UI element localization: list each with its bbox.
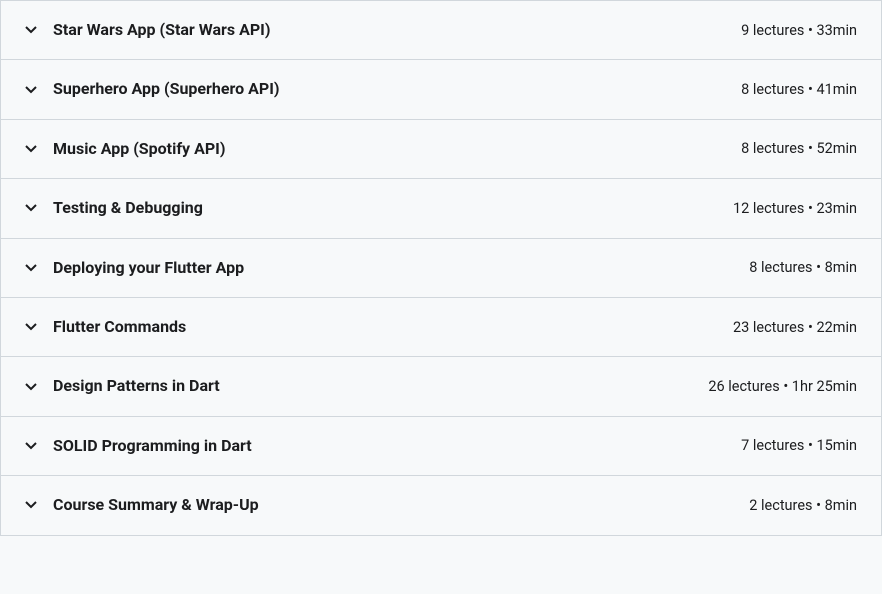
section-title: Music App (Spotify API) — [53, 138, 225, 160]
section-row[interactable]: Star Wars App (Star Wars API) 9 lectures… — [1, 1, 881, 60]
section-row[interactable]: Flutter Commands 23 lectures • 22min — [1, 298, 881, 357]
section-title: Design Patterns in Dart — [53, 375, 220, 397]
section-meta: 8 lectures • 8min — [749, 259, 857, 276]
section-left: Course Summary & Wrap-Up — [25, 494, 259, 516]
section-left: Design Patterns in Dart — [25, 375, 220, 397]
course-section-list: Star Wars App (Star Wars API) 9 lectures… — [0, 0, 882, 536]
chevron-down-icon — [25, 381, 37, 393]
section-row[interactable]: Deploying your Flutter App 8 lectures • … — [1, 239, 881, 298]
section-row[interactable]: Music App (Spotify API) 8 lectures • 52m… — [1, 120, 881, 179]
section-row[interactable]: Course Summary & Wrap-Up 2 lectures • 8m… — [1, 476, 881, 534]
section-left: Deploying your Flutter App — [25, 257, 244, 279]
chevron-down-icon — [25, 499, 37, 511]
chevron-down-icon — [25, 202, 37, 214]
section-row[interactable]: Testing & Debugging 12 lectures • 23min — [1, 179, 881, 238]
section-meta: 8 lectures • 52min — [741, 140, 857, 157]
section-title: SOLID Programming in Dart — [53, 435, 252, 457]
section-meta: 8 lectures • 41min — [741, 81, 857, 98]
chevron-down-icon — [25, 440, 37, 452]
chevron-down-icon — [25, 143, 37, 155]
section-left: Flutter Commands — [25, 316, 186, 338]
section-meta: 7 lectures • 15min — [741, 437, 857, 454]
section-title: Deploying your Flutter App — [53, 257, 244, 279]
section-title: Course Summary & Wrap-Up — [53, 494, 259, 516]
chevron-down-icon — [25, 262, 37, 274]
section-left: Testing & Debugging — [25, 197, 203, 219]
section-left: Music App (Spotify API) — [25, 138, 225, 160]
section-title: Flutter Commands — [53, 316, 186, 338]
section-left: Star Wars App (Star Wars API) — [25, 19, 270, 41]
section-left: SOLID Programming in Dart — [25, 435, 252, 457]
section-row[interactable]: Design Patterns in Dart 26 lectures • 1h… — [1, 357, 881, 416]
section-title: Star Wars App (Star Wars API) — [53, 19, 270, 41]
section-title: Superhero App (Superhero API) — [53, 78, 280, 100]
section-meta: 26 lectures • 1hr 25min — [708, 378, 857, 395]
chevron-down-icon — [25, 84, 37, 96]
section-title: Testing & Debugging — [53, 197, 203, 219]
section-meta: 12 lectures • 23min — [733, 200, 857, 217]
section-row[interactable]: Superhero App (Superhero API) 8 lectures… — [1, 60, 881, 119]
chevron-down-icon — [25, 24, 37, 36]
section-left: Superhero App (Superhero API) — [25, 78, 280, 100]
section-meta: 9 lectures • 33min — [741, 22, 857, 39]
section-row[interactable]: SOLID Programming in Dart 7 lectures • 1… — [1, 417, 881, 476]
chevron-down-icon — [25, 321, 37, 333]
section-meta: 2 lectures • 8min — [749, 497, 857, 514]
section-meta: 23 lectures • 22min — [733, 319, 857, 336]
